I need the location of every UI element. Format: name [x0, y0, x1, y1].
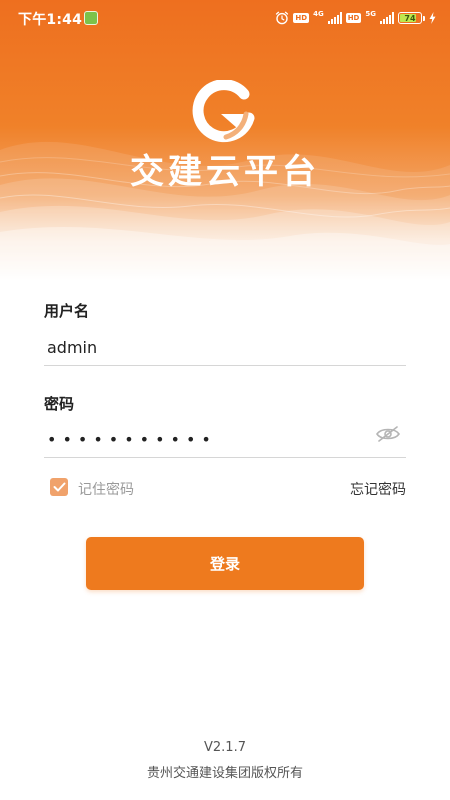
forgot-password-link[interactable]: 忘记密码: [350, 479, 406, 499]
hd-badge: HD: [293, 13, 310, 23]
signal-icon: [327, 12, 342, 24]
alarm-icon: [276, 11, 289, 25]
password-input[interactable]: [44, 422, 406, 458]
hd-badge: HD: [345, 13, 362, 23]
remember-password-label[interactable]: 记住密码: [78, 479, 134, 499]
password-label: 密码: [44, 395, 75, 413]
login-button[interactable]: 登录: [86, 537, 364, 590]
status-icons: HD 4G HD 5G 74: [275, 9, 436, 27]
status-bar: 下午1:44 HD 4G HD 5G 74: [0, 0, 450, 36]
username-label: 用户名: [44, 302, 90, 320]
notification-app-icon: [84, 11, 98, 25]
charging-icon: [429, 12, 436, 24]
app-name: 交建云平台: [130, 152, 320, 192]
password-visibility-toggle-icon[interactable]: [375, 425, 401, 443]
network-type-label: 5G: [365, 10, 376, 18]
check-icon: [53, 482, 65, 492]
status-time: 下午1:44: [18, 12, 83, 28]
battery-level: 74: [404, 13, 416, 23]
battery-icon: 74: [398, 12, 422, 24]
signal-icon: [380, 12, 394, 24]
logo-icon: [192, 80, 255, 143]
battery-cap: [423, 15, 425, 21]
network-type-label: 4G: [313, 10, 324, 18]
username-input[interactable]: [44, 330, 406, 366]
version-label: V2.1.7: [204, 740, 246, 755]
copyright-text: 贵州交通建设集团版权所有: [146, 766, 303, 781]
login-screen: 下午1:44 HD 4G HD 5G 74 交建云平台 用户名 admin 密码…: [0, 0, 450, 800]
remember-password-checkbox[interactable]: [50, 478, 68, 496]
